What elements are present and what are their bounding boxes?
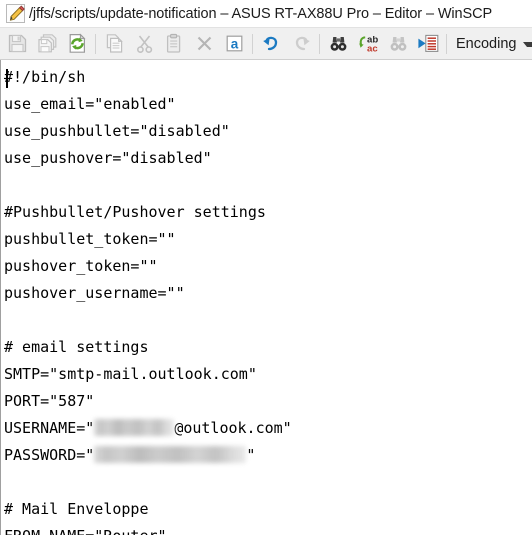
find-again-button[interactable]: [383, 29, 413, 59]
code-text: PORT="587": [4, 392, 95, 410]
encoding-label[interactable]: Encoding: [450, 36, 518, 52]
code-text: use_pushover="disabled": [4, 149, 212, 167]
code-line[interactable]: SMTP="smtp-mail.outlook.com": [4, 361, 532, 388]
code-text: PASSWORD=": [4, 446, 95, 464]
code-text: #Pushbullet/Pushover settings: [4, 203, 266, 221]
code-line[interactable]: PASSWORD=" ": [4, 442, 532, 469]
code-text: FROM_NAME="Router": [4, 527, 167, 535]
save-button[interactable]: [2, 29, 32, 59]
code-text: use_pushbullet="disabled": [4, 122, 230, 140]
code-text: @outlook.com": [174, 419, 292, 437]
undo-button[interactable]: [256, 29, 286, 59]
save-all-button[interactable]: [32, 29, 62, 59]
code-text: pushover_token="": [4, 257, 158, 275]
delete-button[interactable]: [189, 29, 219, 59]
chevron-down-icon[interactable]: [523, 42, 532, 47]
redacted-value: [94, 446, 247, 463]
editor-toolbar: a ab ac Encoding: [0, 27, 532, 60]
toolbar-separator: [95, 33, 96, 54]
code-line[interactable]: pushover_token="": [4, 253, 532, 280]
editor-window: /jffs/scripts/update-notification – ASUS…: [0, 0, 532, 535]
code-text: ": [246, 446, 256, 464]
title-bar: /jffs/scripts/update-notification – ASUS…: [0, 0, 532, 27]
svg-text:a: a: [230, 36, 238, 51]
code-line[interactable]: use_pushbullet="disabled": [4, 118, 532, 145]
code-text: pushover_username="": [4, 284, 185, 302]
code-line[interactable]: [4, 307, 532, 334]
editor-area[interactable]: #!/bin/sh use_email="enabled" use_pushbull…: [0, 60, 532, 535]
window-title: /jffs/scripts/update-notification – ASUS…: [29, 5, 493, 22]
code-content[interactable]: #!/bin/sh use_email="enabled" use_pushbull…: [1, 60, 532, 535]
code-text: use_email="enabled": [4, 95, 176, 113]
svg-text:ac: ac: [367, 43, 378, 54]
go-to-line-button[interactable]: [413, 29, 443, 59]
copy-button[interactable]: [99, 29, 129, 59]
code-line[interactable]: pushbullet_token="": [4, 226, 532, 253]
redo-button[interactable]: [286, 29, 316, 59]
reload-button[interactable]: [62, 29, 92, 59]
text-caret: [6, 69, 8, 88]
code-line[interactable]: FROM_NAME="Router": [4, 523, 532, 535]
toolbar-separator: [319, 33, 320, 54]
code-line[interactable]: # email settings: [4, 334, 532, 361]
code-line[interactable]: use_email="enabled": [4, 91, 532, 118]
toolbar-separator: [252, 33, 253, 54]
code-line[interactable]: #!/bin/sh: [4, 64, 532, 91]
code-line[interactable]: [4, 469, 532, 496]
find-button[interactable]: [323, 29, 353, 59]
toolbar-separator: [446, 33, 447, 54]
code-line[interactable]: USERNAME=" @outlook.com": [4, 415, 532, 442]
code-line[interactable]: pushover_username="": [4, 280, 532, 307]
code-text: SMTP="smtp-mail.outlook.com": [4, 365, 257, 383]
code-text: #!/bin/sh: [4, 68, 86, 86]
code-line[interactable]: #Pushbullet/Pushover settings: [4, 199, 532, 226]
code-text: pushbullet_token="": [4, 230, 176, 248]
editor-pencil-icon: [6, 4, 25, 23]
code-text: USERNAME=": [4, 419, 95, 437]
code-line[interactable]: # Mail Enveloppe: [4, 496, 532, 523]
code-text: # email settings: [4, 338, 149, 356]
cut-button[interactable]: [129, 29, 159, 59]
redacted-value: [94, 419, 175, 436]
code-text: # Mail Enveloppe: [4, 500, 149, 518]
select-all-button[interactable]: a: [219, 29, 249, 59]
code-line[interactable]: [4, 172, 532, 199]
code-line[interactable]: use_pushover="disabled": [4, 145, 532, 172]
code-line[interactable]: PORT="587": [4, 388, 532, 415]
replace-button[interactable]: ab ac: [353, 29, 383, 59]
paste-button[interactable]: [159, 29, 189, 59]
